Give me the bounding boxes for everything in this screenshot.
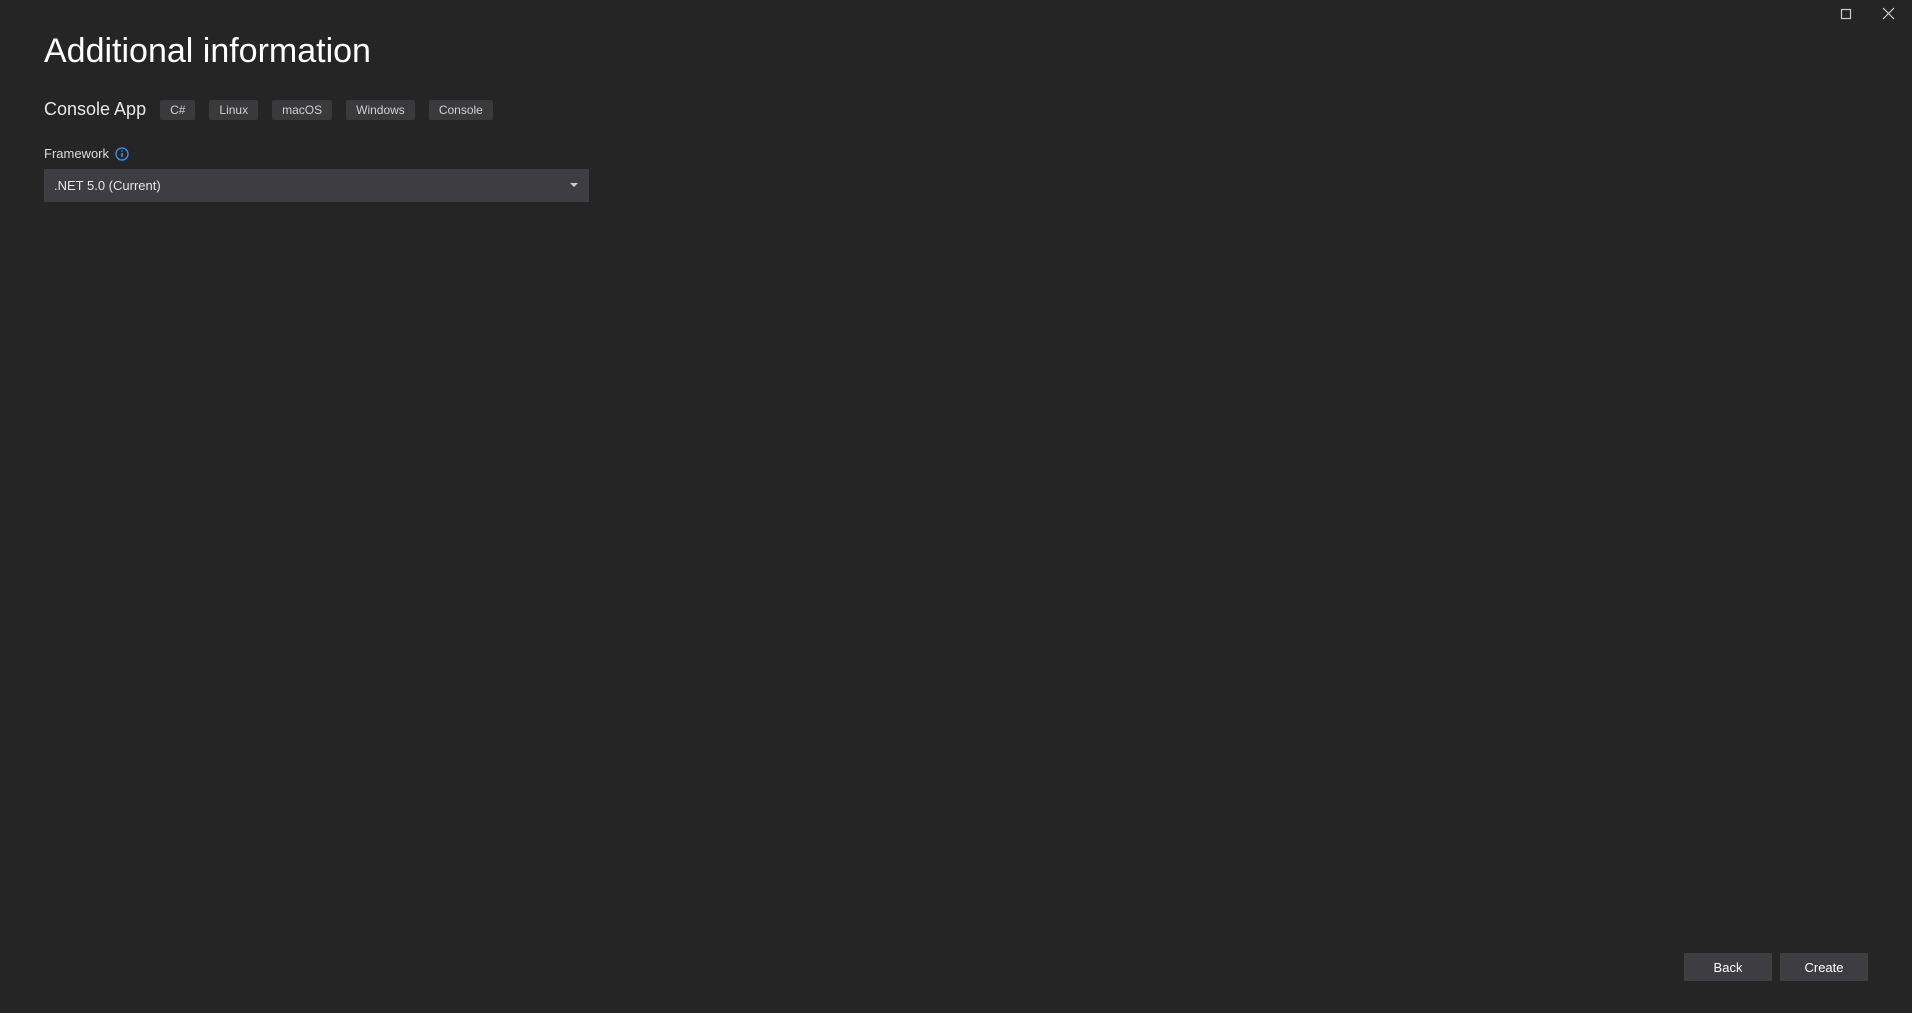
template-tag: Linux xyxy=(209,100,258,120)
template-tag: C# xyxy=(160,100,195,120)
main-content: Additional information Console App C# Li… xyxy=(0,0,1912,254)
close-button[interactable] xyxy=(1876,4,1900,28)
close-icon xyxy=(1882,7,1895,25)
footer-buttons: Back Create xyxy=(1684,953,1868,981)
template-name: Console App xyxy=(44,99,146,120)
template-tag: Windows xyxy=(346,100,415,120)
template-tag: Console xyxy=(429,100,493,120)
maximize-button[interactable] xyxy=(1834,4,1858,28)
maximize-icon xyxy=(1840,7,1852,25)
create-button[interactable]: Create xyxy=(1780,953,1868,981)
page-title: Additional information xyxy=(44,32,1868,71)
framework-label: Framework xyxy=(44,146,109,161)
template-info-row: Console App C# Linux macOS Windows Conso… xyxy=(44,99,1868,120)
back-button[interactable]: Back xyxy=(1684,953,1772,981)
template-tag: macOS xyxy=(272,100,332,120)
info-icon[interactable] xyxy=(115,147,129,161)
framework-form-group: Framework .NET 5.0 (Current) xyxy=(44,146,1868,202)
window-titlebar xyxy=(1834,0,1912,28)
framework-select[interactable]: .NET 5.0 (Current) xyxy=(44,169,589,202)
chevron-down-icon xyxy=(569,181,579,191)
framework-select-value: .NET 5.0 (Current) xyxy=(54,178,161,193)
framework-label-row: Framework xyxy=(44,146,1868,161)
